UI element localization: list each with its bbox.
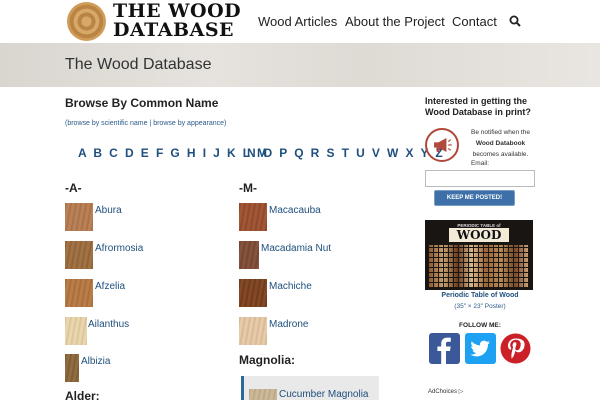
letter-link-b[interactable]: B: [93, 146, 104, 160]
letter-nav-n-z: N O P Q R S T U V W X Y Z: [247, 146, 445, 160]
browse-scientific-link[interactable]: (browse by scientific name: [65, 120, 147, 127]
note-text-after: becomes available.: [472, 151, 529, 158]
letter-link-e[interactable]: E: [141, 146, 151, 160]
wood-swatch[interactable]: [239, 203, 267, 231]
email-label: Email:: [470, 160, 490, 167]
megaphone-icon: [425, 128, 459, 162]
letter-link-o[interactable]: O: [263, 146, 274, 160]
letter-link-h[interactable]: H: [187, 146, 198, 160]
wood-swatch[interactable]: [249, 389, 277, 400]
follow-me-label: FOLLOW ME:: [459, 322, 501, 329]
keep-me-posted-button[interactable]: KEEP ME POSTED!: [434, 190, 515, 206]
adchoices-text: AdChoices: [428, 389, 458, 395]
periodic-table-poster-image[interactable]: PERIODIC TABLE of WOOD: [425, 220, 533, 290]
poster-size: (35" × 23" Poster): [454, 303, 506, 310]
letter-link-v[interactable]: V: [372, 146, 382, 160]
sidebar-print-title: Interested in getting the Wood Database …: [425, 96, 531, 117]
page-title: The Wood Database: [65, 56, 212, 73]
wood-name[interactable]: Cucumber Magnolia: [279, 389, 369, 400]
wood-name[interactable]: Madrone: [269, 319, 308, 330]
letter-link-u[interactable]: U: [356, 146, 367, 160]
subgroup-heading-alder: Alder:: [65, 389, 100, 400]
browse-alt-links: (browse by scientific name | browse by a…: [65, 120, 226, 127]
letter-link-g[interactable]: G: [170, 146, 181, 160]
letter-nav-a-m: A B C D E F G H I J K L M: [78, 146, 269, 160]
site-logo[interactable]: THE WOOD DATABASE: [113, 2, 241, 40]
nav-wood-articles[interactable]: Wood Articles: [258, 14, 337, 29]
wood-swatch[interactable]: [239, 317, 267, 345]
logo-wood-disc-icon[interactable]: [67, 2, 106, 41]
note-text-before: Be notified when the: [471, 129, 530, 136]
letter-link-s[interactable]: S: [326, 146, 336, 160]
letter-link-x[interactable]: X: [406, 146, 416, 160]
nav-contact[interactable]: Contact: [452, 14, 497, 29]
letter-link-r[interactable]: R: [311, 146, 322, 160]
group-heading-m: -M-: [239, 181, 257, 195]
wood-swatch[interactable]: [65, 354, 79, 382]
wood-name[interactable]: Machiche: [269, 281, 312, 292]
letter-link-i[interactable]: I: [203, 146, 208, 160]
wood-swatch[interactable]: [65, 279, 93, 307]
nav-about-project[interactable]: About the Project: [345, 14, 445, 29]
pinterest-icon[interactable]: [500, 333, 531, 364]
twitter-icon[interactable]: [465, 333, 496, 364]
poster-swatch-grid: [429, 245, 529, 287]
letter-link-j[interactable]: J: [213, 146, 222, 160]
wood-swatch[interactable]: [239, 241, 259, 269]
subgroup-heading-magnolia: Magnolia:: [239, 353, 295, 367]
wood-swatch[interactable]: [65, 241, 93, 269]
subgroup-box-magnolia: Cucumber Magnolia: [241, 376, 379, 400]
wood-name[interactable]: Afzelia: [95, 281, 125, 292]
letter-link-a[interactable]: A: [78, 146, 88, 160]
wood-swatch[interactable]: [65, 203, 93, 231]
wood-name[interactable]: Albizia: [81, 356, 110, 367]
browse-appearance-link[interactable]: browse by appearance): [153, 120, 226, 127]
wood-name[interactable]: Macadamia Nut: [261, 243, 331, 254]
site-header: THE WOOD DATABASE Wood Articles About th…: [0, 0, 600, 43]
letter-link-p[interactable]: P: [279, 146, 289, 160]
wood-swatch[interactable]: [65, 317, 87, 345]
databook-note: Be notified when the Wood Databook becom…: [463, 127, 538, 160]
letter-link-c[interactable]: C: [109, 146, 120, 160]
wood-name[interactable]: Macacauba: [269, 205, 321, 216]
letter-link-q[interactable]: Q: [294, 146, 305, 160]
wood-name[interactable]: Afrormosia: [95, 243, 143, 254]
search-icon[interactable]: [509, 15, 521, 27]
adchoices-label[interactable]: AdChoices ▷: [428, 388, 463, 395]
note-text-bold: Wood Databook: [475, 140, 526, 147]
email-field[interactable]: [425, 170, 535, 187]
facebook-icon[interactable]: [429, 333, 460, 364]
poster-wood-word: WOOD: [449, 228, 509, 242]
letter-link-d[interactable]: D: [125, 146, 136, 160]
logo-line-2: DATABASE: [113, 19, 235, 41]
letter-link-t[interactable]: T: [342, 146, 351, 160]
wood-name[interactable]: Abura: [95, 205, 122, 216]
wood-name[interactable]: Ailanthus: [88, 319, 129, 330]
letter-link-n[interactable]: N: [247, 146, 258, 160]
wood-swatch[interactable]: [239, 279, 267, 307]
poster-caption-link[interactable]: Periodic Table of Wood: [425, 292, 535, 299]
group-heading-a: -A-: [65, 181, 82, 195]
letter-link-w[interactable]: W: [387, 146, 400, 160]
letter-link-k[interactable]: K: [227, 146, 238, 160]
adchoices-triangle-icon: ▷: [458, 389, 464, 395]
letter-link-f[interactable]: F: [156, 146, 165, 160]
browse-title: Browse By Common Name: [65, 96, 219, 110]
